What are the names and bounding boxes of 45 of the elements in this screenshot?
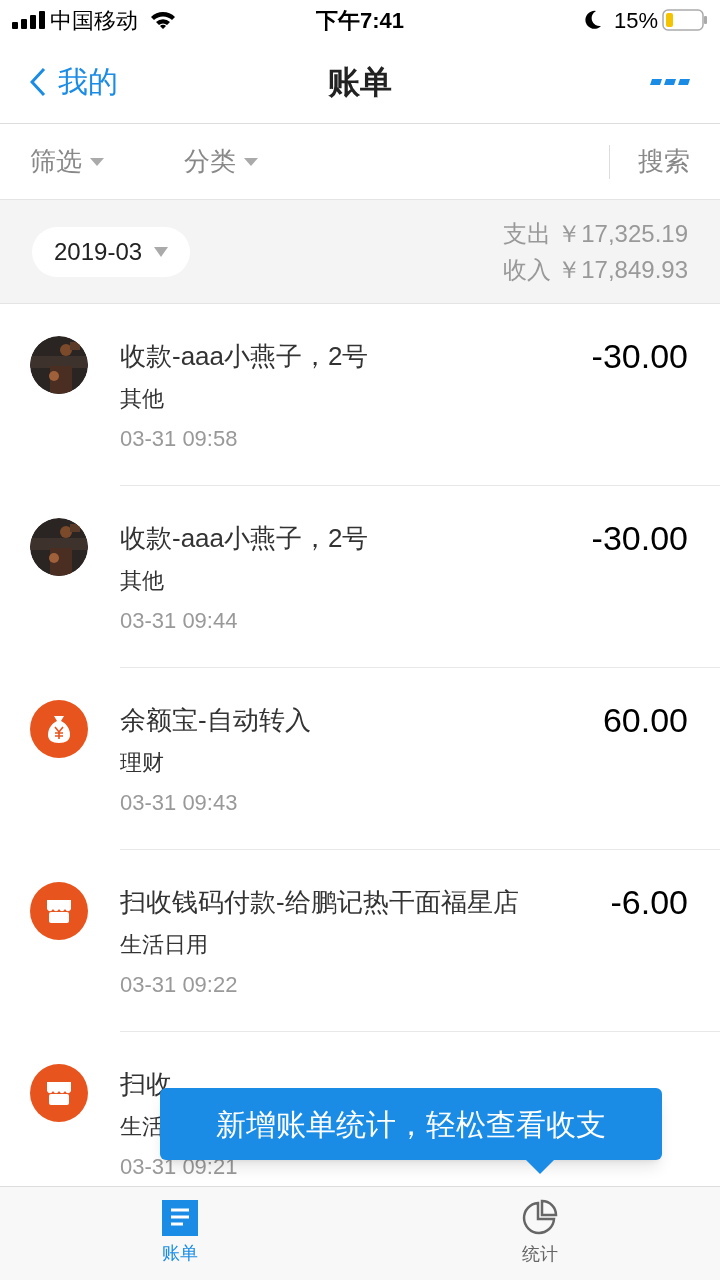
bill-amount: -6.00	[610, 882, 688, 922]
moon-icon	[583, 10, 602, 30]
list-icon	[162, 1200, 198, 1236]
bill-amount: -30.00	[591, 518, 688, 558]
back-button[interactable]: 我的	[30, 59, 118, 104]
bill-title: 收款-aaa小燕子，2号	[120, 522, 370, 555]
bill-time: 03-31 09:58	[120, 425, 238, 453]
dropdown-caret-icon	[154, 246, 169, 257]
bill-time: 03-31 09:43	[120, 789, 238, 817]
more-button[interactable]	[650, 77, 690, 86]
shop-icon	[30, 1064, 88, 1122]
battery-icon	[662, 9, 708, 31]
bill-category: 其他	[120, 567, 164, 595]
bill-category: 其他	[120, 385, 164, 413]
filter-dropdown[interactable]: 筛选	[30, 142, 184, 181]
dropdown-caret-icon	[90, 157, 104, 166]
expense-total: 支出 ￥17,325.19	[502, 218, 688, 249]
bill-title: 收款-aaa小燕子，2号	[120, 340, 370, 373]
bill-title: 扫收钱码付款-给鹏记热干面福星店	[120, 886, 520, 919]
bill-amount: -30.00	[591, 336, 688, 376]
bill-title: 余额宝-自动转入	[120, 704, 312, 737]
money-bag-icon	[30, 700, 88, 758]
bill-category: 理财	[120, 749, 164, 777]
dropdown-caret-icon	[244, 157, 258, 166]
battery-percent: 15%	[613, 6, 658, 35]
pie-chart-icon	[521, 1199, 559, 1237]
tab-bar-item[interactable]: 账单	[0, 1187, 360, 1280]
tooltip-pointer	[526, 1160, 554, 1174]
status-time: 下午7:41	[314, 6, 405, 35]
back-icon	[30, 66, 46, 97]
page-title: 账单	[328, 62, 392, 102]
carrier-name: 中国移动	[50, 6, 138, 35]
wifi-icon	[150, 10, 176, 30]
bill-time: 03-31 09:44	[120, 607, 238, 635]
shop-icon	[30, 882, 88, 940]
bill-category: 生活日用	[120, 931, 208, 959]
month-picker[interactable]: 2019-03	[32, 226, 191, 277]
bill-amount: 60.00	[602, 700, 688, 740]
signal-icon	[12, 11, 46, 29]
filter-dropdown[interactable]: 分类	[184, 142, 338, 181]
search-button[interactable]: 搜索	[638, 142, 690, 181]
more-icon	[650, 77, 690, 86]
income-total: 收入 ￥17,849.93	[502, 254, 688, 285]
bill-time: 03-31 09:22	[120, 971, 238, 999]
tab-bar-item[interactable]: 统计	[360, 1187, 720, 1280]
